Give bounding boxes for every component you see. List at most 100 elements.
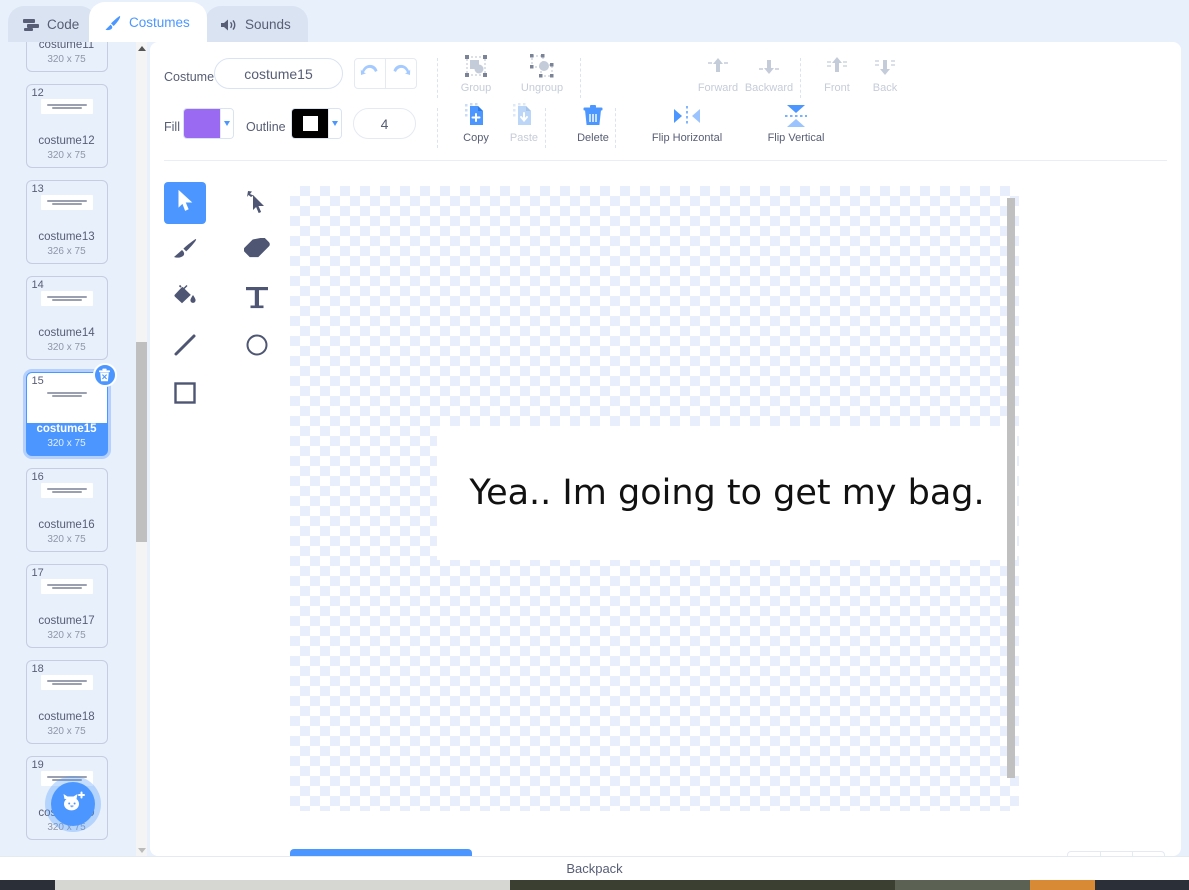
flip-vertical-label: Flip Vertical [768, 132, 825, 144]
outline-width-input[interactable] [353, 108, 416, 139]
artwork-rectangle[interactable]: Yea.. Im going to get my bag. [437, 426, 1017, 560]
paint-toolbar-row-bottom: Fill Outline [150, 100, 1181, 156]
tab-code[interactable]: Code [8, 6, 96, 42]
costume-item-costume18[interactable]: 18costume18320 x 75 [26, 660, 108, 744]
backpack-label: Backpack [566, 861, 622, 876]
thumbnail-text-lines [45, 584, 89, 589]
costume-item-costume15[interactable]: 15costume15320 x 75 [26, 372, 108, 456]
tool-rectangle[interactable] [164, 374, 206, 416]
costume-list-sidebar: costume11320 x 75 12 costume12 320 x 75 13co… [0, 42, 150, 856]
costume-index-label: 14 [32, 279, 44, 291]
taskbar-segment [1095, 880, 1189, 890]
costume-item-costume14[interactable]: 14costume14320 x 75 [26, 276, 108, 360]
sidebar-scroll-down-icon[interactable] [136, 844, 147, 856]
tool-brush[interactable] [164, 230, 206, 272]
thumbnail-text-line [47, 104, 87, 106]
fill-label: Fill [164, 120, 180, 134]
taskbar-segment [0, 880, 55, 890]
costume-item-costume12[interactable]: 12 costume12 320 x 75 [26, 84, 108, 168]
costume-name-label: costume15 [27, 423, 107, 435]
outline-color-preview [292, 109, 328, 138]
add-costume-button[interactable] [51, 782, 95, 826]
forward-button[interactable]: Forward [690, 52, 746, 94]
line-icon [173, 333, 197, 362]
paint-canvas[interactable]: Yea.. Im going to get my bag. [290, 186, 1019, 811]
paint-editor-panel: Costume [150, 42, 1181, 856]
fill-color-swatch[interactable] [183, 108, 234, 139]
costume-thumbnail [41, 99, 93, 114]
back-button[interactable]: Back [857, 52, 913, 94]
cursor-arrow-icon [177, 190, 194, 216]
thumbnail-text-line [47, 200, 87, 202]
editor-tab-bar: Code Costumes Sounds [0, 0, 1189, 42]
paste-button[interactable]: Paste [496, 102, 552, 144]
undo-button[interactable] [355, 59, 385, 88]
canvas-scrollbar-thumb[interactable] [1007, 198, 1015, 778]
paste-icon [512, 102, 536, 130]
costume-name-label: Costume [164, 70, 214, 84]
delete-label: Delete [577, 132, 609, 144]
paintbrush-icon [172, 237, 198, 266]
tab-sounds[interactable]: Sounds [205, 6, 308, 42]
tool-fill[interactable] [164, 278, 206, 320]
paintbrush-icon [104, 15, 122, 31]
backward-button[interactable]: Backward [741, 52, 797, 94]
costume-item-costume13[interactable]: 13costume13326 x 75 [26, 180, 108, 264]
tab-costumes[interactable]: Costumes [89, 2, 207, 42]
outline-label: Outline [246, 120, 286, 134]
costume-name-label: costume12 [27, 135, 107, 147]
scratch-costume-editor: Code Costumes Sounds costume1132 [0, 0, 1189, 890]
costume-size-label: 320 x 75 [27, 726, 107, 737]
tool-circle[interactable] [236, 326, 278, 368]
group-button[interactable]: Group [448, 52, 504, 94]
tab-code-label: Code [47, 17, 79, 32]
tool-text[interactable] [236, 278, 278, 320]
backpack-bar[interactable]: Backpack [0, 856, 1189, 880]
outline-color-swatch[interactable] [291, 108, 342, 139]
thumbnail-text-line [52, 395, 82, 397]
tool-line[interactable] [164, 326, 206, 368]
ungroup-button[interactable]: Ungroup [514, 52, 570, 94]
flip-vertical-icon [783, 102, 809, 130]
sidebar-scroll-up-icon[interactable] [136, 42, 147, 54]
flip-vertical-button[interactable]: Flip Vertical [746, 102, 846, 144]
costume-item-costume17[interactable]: 17costume17320 x 75 [26, 564, 108, 648]
reshape-node-icon [245, 189, 269, 218]
flip-horizontal-icon [671, 102, 703, 130]
thumbnail-text-line [52, 683, 82, 685]
costume-item-costume11[interactable]: costume11320 x 75 [26, 42, 108, 72]
front-label: Front [824, 82, 850, 94]
sidebar-scrollbar-thumb[interactable] [136, 342, 147, 542]
copy-label: Copy [463, 132, 489, 144]
costume-name-input[interactable] [214, 58, 343, 89]
costume-thumbnail [41, 195, 93, 210]
costume-item-costume16[interactable]: 16costume16320 x 75 [26, 468, 108, 552]
costume-name-label: costume16 [27, 519, 107, 531]
thumbnail-text-line [52, 299, 82, 301]
thumbnail-text-lines [45, 680, 89, 685]
costume-size-label: 320 x 75 [27, 342, 107, 353]
tool-eraser[interactable] [236, 230, 278, 272]
tab-sounds-label: Sounds [245, 17, 291, 32]
costume-size-label: 326 x 75 [27, 246, 107, 257]
thumbnail-text-line [52, 203, 82, 205]
text-t-icon [245, 285, 269, 314]
costume-index-label: 12 [32, 87, 44, 99]
taskbar-segment [55, 880, 510, 890]
redo-button[interactable] [385, 59, 416, 88]
costume-index-label: 16 [32, 471, 44, 483]
costume-list-scroll-area: costume11320 x 75 12 costume12 320 x 75 13co… [0, 42, 133, 856]
eraser-icon [244, 238, 270, 265]
square-icon [173, 381, 197, 410]
thumbnail-text-line [52, 107, 82, 109]
delete-costume-badge[interactable] [93, 363, 117, 387]
fill-color-preview [184, 109, 220, 138]
tool-select[interactable] [164, 182, 206, 224]
paint-toolbar: Costume [150, 42, 1181, 164]
costume-size-label: 320 x 75 [27, 150, 107, 161]
tool-reshape[interactable] [236, 182, 278, 224]
tab-costumes-label: Costumes [129, 15, 190, 30]
flip-horizontal-button[interactable]: Flip Horizontal [629, 102, 745, 144]
thumbnail-text-line [47, 776, 87, 778]
delete-button[interactable]: Delete [565, 102, 621, 144]
